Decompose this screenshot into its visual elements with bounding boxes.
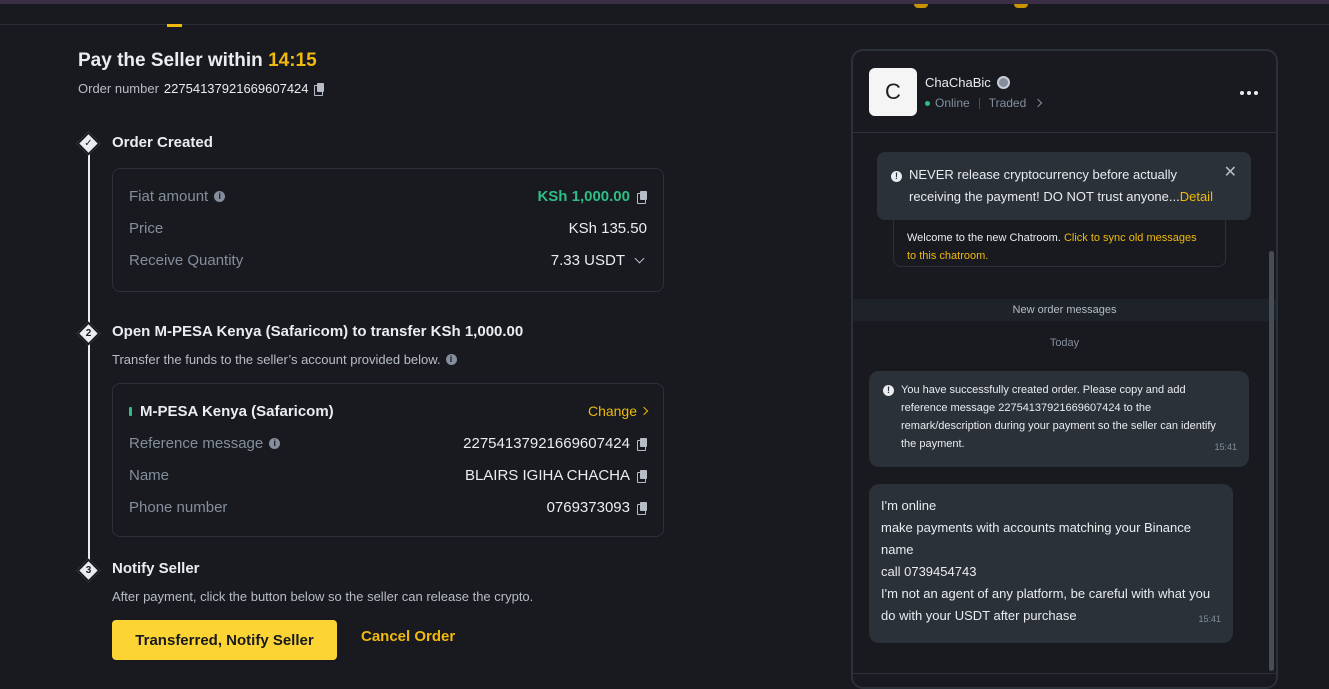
- price-label: Price: [129, 219, 164, 237]
- nav-badge-icon: [1014, 4, 1028, 8]
- order-number-line: Order number 22754137921669607424: [78, 81, 678, 96]
- step-1-title: Order Created: [112, 134, 213, 151]
- close-icon[interactable]: ✕: [1224, 162, 1237, 182]
- copy-icon[interactable]: [637, 469, 647, 483]
- new-order-messages-divider: New order messages: [853, 299, 1276, 321]
- check-icon: ✓: [84, 138, 93, 149]
- step-3-marker: 3: [76, 558, 101, 583]
- phone-number-row: Phone number 0769373093: [129, 496, 647, 518]
- name-row: Name BLAIRS IGIHA CHACHA: [129, 464, 647, 486]
- seller-message-text: I'm online make payments with accounts m…: [881, 498, 1211, 623]
- price-row: Price KSh 135.50: [129, 217, 647, 239]
- name-value: BLAIRS IGIHA CHACHA: [464, 466, 630, 484]
- order-details-card: Fiat amount i KSh 1,000.00 Price KSh 135.…: [112, 168, 664, 292]
- chevron-down-icon[interactable]: [634, 253, 645, 263]
- order-number-label: Order number: [78, 81, 159, 96]
- order-number: 22754137921669607424: [163, 81, 309, 96]
- receive-quantity-row[interactable]: Receive Quantity 7.33 USDT: [129, 249, 647, 271]
- reference-message-value: 22754137921669607424: [463, 434, 630, 452]
- warning-banner: ! NEVER release cryptocurrency before ac…: [877, 152, 1251, 220]
- countdown-timer: 14:15: [268, 50, 317, 71]
- phone-number-value: 0769373093: [546, 498, 630, 516]
- change-payment-method-link[interactable]: Change: [588, 403, 649, 419]
- fiat-amount-value: KSh 1,000.00: [537, 187, 630, 205]
- warning-text: NEVER release cryptocurrency before actu…: [909, 167, 1180, 204]
- date-divider: Today: [1049, 337, 1080, 349]
- copy-icon[interactable]: [313, 83, 324, 96]
- message-timestamp: 15:41: [1198, 614, 1221, 624]
- chevron-right-icon: [1034, 98, 1043, 108]
- payment-details-card: M-PESA Kenya (Safaricom) Change Referenc…: [112, 383, 664, 537]
- seller-message: I'm online make payments with accounts m…: [869, 484, 1233, 643]
- info-icon[interactable]: i: [214, 190, 226, 202]
- info-icon[interactable]: i: [269, 437, 281, 449]
- step-1-marker: ✓: [76, 131, 101, 156]
- system-message: ! You have successfully created order. P…: [869, 371, 1249, 467]
- fiat-amount-label: Fiat amount: [129, 187, 209, 205]
- reference-message-label: Reference message: [129, 434, 264, 452]
- avatar[interactable]: C: [869, 68, 917, 116]
- seller-name[interactable]: ChaChaBic: [925, 75, 1010, 90]
- warning-detail-link[interactable]: Detail: [1180, 189, 1213, 204]
- transferred-notify-seller-button[interactable]: Transferred, Notify Seller: [112, 620, 337, 660]
- step-3-description: After payment, click the button below so…: [112, 589, 534, 604]
- timeline-line: [88, 145, 90, 570]
- info-icon[interactable]: i: [445, 354, 457, 365]
- step-2-title: Open M-PESA Kenya (Safaricom) to transfe…: [112, 323, 524, 340]
- payment-method-row: M-PESA Kenya (Safaricom) Change: [129, 400, 649, 422]
- phone-number-label: Phone number: [129, 498, 228, 516]
- verified-badge-icon: [996, 76, 1010, 89]
- seller-status: Online Traded: [925, 96, 1043, 110]
- online-dot-icon: [925, 100, 930, 106]
- system-message-text: You have successfully created order. Ple…: [901, 384, 1216, 450]
- chat-header: C ChaChaBic Online Traded: [853, 51, 1276, 133]
- fiat-amount-row: Fiat amount i KSh 1,000.00: [129, 185, 647, 207]
- message-timestamp: 15:41: [1214, 442, 1237, 452]
- more-options-icon[interactable]: [1240, 91, 1258, 95]
- receive-quantity-label: Receive Quantity: [129, 251, 244, 269]
- chevron-right-icon: [639, 406, 649, 416]
- active-tab-indicator: [167, 24, 182, 27]
- traded-link[interactable]: Traded: [989, 96, 1027, 110]
- copy-icon[interactable]: [637, 190, 647, 204]
- sync-welcome-text: Welcome to the new Chatroom.: [907, 232, 1061, 244]
- alert-icon: !: [883, 385, 894, 396]
- copy-icon[interactable]: [637, 501, 647, 515]
- alert-icon: !: [891, 171, 902, 182]
- online-status: Online: [935, 96, 970, 110]
- price-value: KSh 135.50: [568, 219, 647, 237]
- step-2-marker: 2: [76, 321, 101, 346]
- reference-message-row: Reference message i 22754137921669607424: [129, 432, 647, 454]
- top-nav-bar: [0, 4, 1329, 27]
- copy-icon[interactable]: [637, 437, 647, 451]
- receive-quantity-value: 7.33 USDT: [550, 251, 625, 269]
- chat-scrollbar[interactable]: [1269, 251, 1274, 671]
- nav-badge-icon: [914, 4, 928, 8]
- page-title: Pay the Seller within 14:15: [78, 50, 317, 71]
- payment-method-color-bar: [129, 406, 132, 416]
- step-2-description: Transfer the funds to the seller’s accou…: [112, 352, 457, 367]
- step-3-title: Notify Seller: [112, 560, 200, 577]
- cancel-order-button[interactable]: Cancel Order: [361, 628, 455, 645]
- name-label: Name: [129, 466, 170, 484]
- payment-method-name: M-PESA Kenya (Safaricom): [140, 402, 334, 420]
- chat-panel: C ChaChaBic Online Traded Welcome to the…: [851, 49, 1278, 689]
- order-header: Pay the Seller within 14:15 Order number…: [78, 50, 678, 96]
